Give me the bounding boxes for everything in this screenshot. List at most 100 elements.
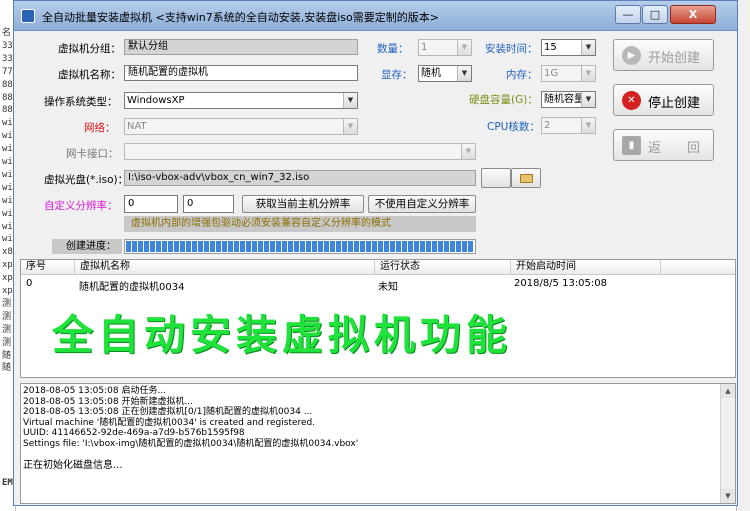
title-bar: 全自动批量安装虚拟机 <支持win7系统的全自动安装,安装盘iso需要定制的版本… — [14, 1, 737, 31]
minimize-button[interactable]: — — [615, 5, 641, 24]
chevron-down-icon: ▼ — [581, 66, 595, 81]
progress-segment — [462, 241, 467, 252]
count-label: 数量： — [377, 43, 409, 55]
background-text: xp — [2, 273, 13, 284]
progress-segment — [276, 241, 281, 252]
progress-segment — [450, 241, 455, 252]
os-select[interactable]: WindowsXP ▼ — [124, 92, 358, 109]
stop-create-label: 停止创建 — [648, 96, 701, 111]
background-text: wi — [2, 169, 13, 180]
progress-segment — [288, 241, 293, 252]
progress-segment — [216, 241, 221, 252]
name-field[interactable]: 随机配置的虚拟机 — [124, 65, 358, 81]
display-value: 随机 — [421, 68, 441, 79]
background-text: wi — [2, 221, 13, 232]
network-label: 网络： — [84, 122, 116, 134]
background-text: xp — [2, 260, 13, 271]
disk-label: 硬盘容量(G)： — [469, 94, 538, 106]
progress-segment — [252, 241, 257, 252]
background-text: 33 — [2, 53, 13, 64]
stop-create-button[interactable]: ✕ 停止创建 — [613, 84, 714, 116]
background-text: 88 — [2, 105, 13, 116]
no-custom-resolution-button[interactable]: 不使用自定义分辨率 — [368, 195, 476, 213]
progress-segment — [360, 241, 365, 252]
resolution-height-field[interactable]: 0 — [183, 195, 234, 213]
browse-folder-button[interactable] — [511, 168, 541, 188]
group-field[interactable]: 默认分组 — [124, 39, 358, 55]
progress-segment — [414, 241, 419, 252]
close-button[interactable]: X — [670, 5, 716, 24]
progress-segment — [150, 241, 155, 252]
get-resolution-button[interactable]: 获取当前主机分辨率 — [242, 195, 364, 213]
progress-segment — [384, 241, 389, 252]
progress-segment — [354, 241, 359, 252]
progress-segment — [378, 241, 383, 252]
count-value: 1 — [421, 42, 428, 53]
background-text: wi — [2, 208, 13, 219]
memory-select[interactable]: 1G ▼ — [541, 65, 596, 82]
background-text: EM — [2, 478, 13, 488]
progress-segment — [198, 241, 203, 252]
progress-segment — [456, 241, 461, 252]
scroll-down-icon[interactable]: ▼ — [721, 489, 735, 503]
maximize-button[interactable]: □ — [642, 5, 668, 24]
progress-segment — [228, 241, 233, 252]
progress-segment — [318, 241, 323, 252]
start-create-label: 开始创建 — [648, 51, 701, 66]
progress-segment — [438, 241, 443, 252]
cell-index: 0 — [26, 278, 33, 289]
column-header-start-time[interactable]: 开始启动时间 — [511, 260, 661, 275]
back-button[interactable]: ▮ 返 回 — [613, 129, 714, 161]
progress-segment — [240, 241, 245, 252]
cpu-select[interactable]: 2 ▼ — [541, 117, 596, 134]
display-label: 显存： — [381, 69, 413, 81]
iso-label: 虚拟光盘(*.iso)： — [44, 174, 129, 186]
progress-segment — [366, 241, 371, 252]
nic-select[interactable]: ▼ — [124, 143, 476, 160]
background-text: wi — [2, 144, 13, 155]
cpu-value: 2 — [544, 120, 551, 131]
progress-label: 创建进度： — [52, 239, 122, 254]
log-panel[interactable]: ▲ ▼ 2018-08-05 13:05:08 启动任务... 2018-08-0… — [20, 383, 736, 504]
progress-segment — [144, 241, 149, 252]
log-scrollbar[interactable]: ▲ ▼ — [720, 384, 735, 503]
progress-segment — [372, 241, 377, 252]
exit-door-icon: ▮ — [622, 136, 641, 155]
background-text: wi — [2, 131, 13, 142]
resolution-width-field[interactable]: 0 — [124, 195, 178, 213]
scroll-up-icon[interactable]: ▲ — [721, 384, 735, 398]
cell-name: 随机配置的虚拟机0034 — [79, 282, 185, 293]
count-select[interactable]: 1 ▼ — [418, 39, 472, 56]
progress-segment — [258, 241, 263, 252]
install-time-select[interactable]: 15 ▼ — [541, 39, 596, 56]
progress-segment — [396, 241, 401, 252]
background-text: 测 — [2, 298, 12, 309]
progress-segment — [132, 241, 137, 252]
progress-segment — [180, 241, 185, 252]
background-text: wi — [2, 157, 13, 167]
progress-bar — [124, 239, 476, 254]
column-header-name[interactable]: 虚拟机名称 — [75, 260, 375, 275]
nic-label: 网卡接口： — [66, 148, 119, 160]
progress-segment — [390, 241, 395, 252]
progress-segment — [162, 241, 167, 252]
cell-start-time: 2018/8/5 13:05:08 — [514, 278, 608, 289]
play-icon: ▶ — [622, 46, 641, 65]
progress-segment — [222, 241, 227, 252]
log-line: Settings file: 'I:\vbox-img\随机配置的虚拟机0034… — [23, 438, 359, 449]
progress-segment — [210, 241, 215, 252]
progress-segment — [330, 241, 335, 252]
iso-path-field[interactable]: I:\iso-vbox-adv\vbox_cn_win7_32.iso — [124, 170, 476, 186]
progress-segment — [300, 241, 305, 252]
chevron-down-icon: ▼ — [581, 118, 595, 133]
column-header-index[interactable]: 序号 — [21, 260, 75, 275]
back-label: 返 回 — [648, 141, 701, 156]
app-icon — [21, 9, 35, 23]
display-select[interactable]: 随机 ▼ — [418, 65, 472, 82]
disk-select[interactable]: 随机容量 ▼ — [541, 91, 596, 108]
column-header-status[interactable]: 运行状态 — [375, 260, 511, 275]
start-create-button[interactable]: ▶ 开始创建 — [613, 39, 714, 71]
iso-extra-button[interactable] — [481, 168, 511, 188]
network-select[interactable]: NAT ▼ — [124, 118, 358, 135]
background-app-right-strip — [736, 0, 750, 511]
